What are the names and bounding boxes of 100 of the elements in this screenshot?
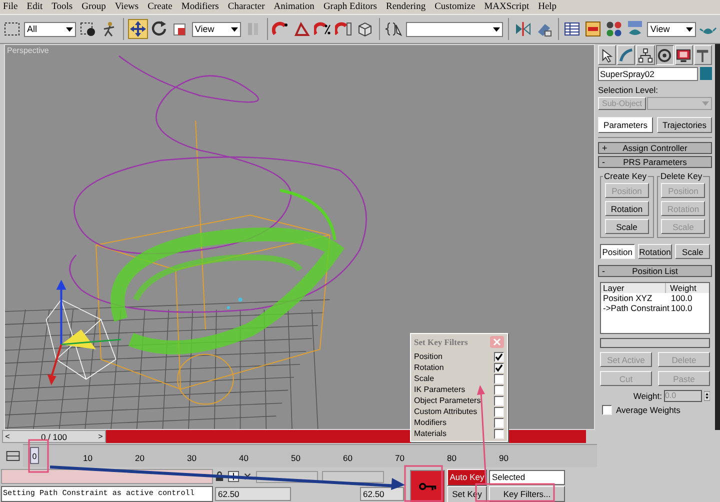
frame-number: 40 xyxy=(239,453,248,463)
render-type-dropdown[interactable]: View xyxy=(647,22,696,36)
mode-button[interactable]: Position xyxy=(600,244,635,259)
layer-name[interactable]: Position XYZ xyxy=(601,293,667,303)
curve-icon[interactable] xyxy=(617,45,636,65)
caret-icon xyxy=(492,26,500,32)
filter-label: Materials xyxy=(414,429,446,438)
box-icon[interactable] xyxy=(356,20,374,38)
rollout-header[interactable]: + Assign Controller xyxy=(598,142,712,154)
object-name-field[interactable]: SuperSpray02 xyxy=(598,67,698,81)
menu-item[interactable]: Animation xyxy=(274,2,314,12)
object-color-swatch[interactable] xyxy=(700,67,712,80)
menu-item[interactable]: MAXScript xyxy=(484,2,530,12)
lock-icon[interactable] xyxy=(215,471,224,482)
move-icon[interactable] xyxy=(128,20,147,38)
auto-key-button[interactable]: Auto Key xyxy=(447,468,487,486)
rotate-icon[interactable] xyxy=(150,20,168,38)
filter-label: Rotation xyxy=(414,363,444,372)
menu-item[interactable]: Rendering xyxy=(386,2,426,12)
key-filters-button[interactable]: Key Filters... xyxy=(489,486,565,502)
coordinate-field[interactable] xyxy=(322,470,384,482)
mirror-icon[interactable] xyxy=(514,20,532,38)
filter-label: Modifiers xyxy=(414,418,446,427)
spinner-icon[interactable] xyxy=(704,391,710,401)
hierarchy-icon[interactable] xyxy=(636,45,655,65)
frame-number: 50 xyxy=(291,453,300,463)
menu-item[interactable]: Create xyxy=(148,2,172,12)
menu-item[interactable]: Help xyxy=(538,2,557,12)
highlight-frame xyxy=(28,439,49,473)
mode-button[interactable]: Scale xyxy=(675,244,710,259)
filter-label: Custom Attributes xyxy=(414,407,478,416)
layer-name-field[interactable] xyxy=(600,338,710,348)
layer-weight: 100.0 xyxy=(670,293,692,303)
angle-snap-icon[interactable] xyxy=(293,20,312,38)
menu-item[interactable]: File xyxy=(3,2,18,12)
menu-item[interactable]: Group xyxy=(82,2,106,12)
track-bar[interactable]: 0 10 20 30 40 50 60 70 80 90 xyxy=(23,444,597,467)
key-icon xyxy=(418,482,436,491)
average-weights-checkbox[interactable] xyxy=(602,405,612,415)
highlight-frame xyxy=(404,465,443,502)
menu-item[interactable]: Views xyxy=(114,2,139,12)
current-frame-marker[interactable]: 0 xyxy=(30,447,39,464)
rollout-toggle[interactable]: - xyxy=(602,157,612,167)
material-spheres-icon[interactable] xyxy=(605,20,624,38)
rollout-header[interactable]: - PRS Parameters xyxy=(598,156,712,168)
named-selection-dropdown[interactable] xyxy=(406,22,503,36)
rollout-title: PRS Parameters xyxy=(622,157,688,167)
key-button[interactable]: Scale xyxy=(604,219,649,234)
layer-name[interactable]: ->Path Constraint xyxy=(601,303,667,313)
table-icon[interactable] xyxy=(563,20,582,38)
panel-tab[interactable]: Trajectories xyxy=(657,117,712,133)
menu-item[interactable]: Character xyxy=(228,2,265,12)
selection-level-label: Selection Level: xyxy=(598,85,660,95)
filter-checkbox[interactable] xyxy=(494,362,504,372)
mode-button[interactable]: Rotation xyxy=(638,244,672,259)
rollout-title: Position List xyxy=(631,266,679,276)
frame-number: 80 xyxy=(447,453,456,463)
coordinate-value[interactable]: 62.50 xyxy=(215,486,291,500)
group-title: Delete Key xyxy=(660,171,704,181)
x-axis-icon xyxy=(243,471,252,482)
filter-checkbox[interactable] xyxy=(494,396,504,406)
weight-label: Weight: xyxy=(633,391,662,401)
menu-item[interactable]: Graph Editors xyxy=(323,2,377,12)
panel-tab[interactable]: Parameters xyxy=(598,117,653,133)
next-frame-button[interactable]: > xyxy=(96,432,105,441)
menu-item[interactable]: Modifiers xyxy=(181,2,219,12)
column-header[interactable]: Layer xyxy=(601,283,666,293)
caret-icon xyxy=(66,26,74,32)
average-weights-label: Average Weights xyxy=(616,405,680,415)
set-key-button[interactable] xyxy=(410,470,445,502)
percent-snap-icon[interactable] xyxy=(314,20,332,38)
coordinate-value[interactable]: 62.50 xyxy=(360,486,404,500)
snap-magnet-icon[interactable] xyxy=(272,20,290,38)
monitor-icon[interactable] xyxy=(674,45,693,65)
menu-item[interactable]: Customize xyxy=(434,2,476,12)
filter-checkbox[interactable] xyxy=(494,406,504,416)
key-mode-dropdown[interactable]: Selected xyxy=(489,470,565,484)
rectangle-select-icon[interactable] xyxy=(3,20,21,38)
filter-checkbox[interactable] xyxy=(494,384,504,394)
caret-icon xyxy=(702,101,709,106)
filter-checkbox[interactable] xyxy=(494,418,504,428)
key-button[interactable]: Rotation xyxy=(604,201,649,216)
menu-item[interactable]: Tools xyxy=(52,2,73,12)
wheel-icon[interactable] xyxy=(656,45,674,65)
cursor-icon[interactable] xyxy=(598,45,616,65)
spinner-snap-icon[interactable] xyxy=(335,20,354,38)
menu-item[interactable]: Edit xyxy=(26,2,43,12)
rollout-toggle[interactable]: - xyxy=(602,266,612,276)
filter-label: IK Parameters xyxy=(414,385,466,394)
column-header[interactable]: Weight xyxy=(666,283,709,293)
filter-checkbox[interactable] xyxy=(494,428,504,438)
group-title: Create Key xyxy=(603,171,648,181)
select-object-icon[interactable] xyxy=(79,20,98,38)
reference-coordinate-dropdown[interactable]: View xyxy=(192,22,241,36)
rollout-header[interactable]: - Position List xyxy=(598,265,712,277)
selection-filter-dropdown[interactable]: All xyxy=(24,22,76,36)
previous-frame-button[interactable]: < xyxy=(3,432,12,441)
filter-checkbox[interactable] xyxy=(494,352,504,362)
rollout-toggle[interactable]: + xyxy=(602,143,612,153)
filter-checkbox[interactable] xyxy=(494,374,504,384)
